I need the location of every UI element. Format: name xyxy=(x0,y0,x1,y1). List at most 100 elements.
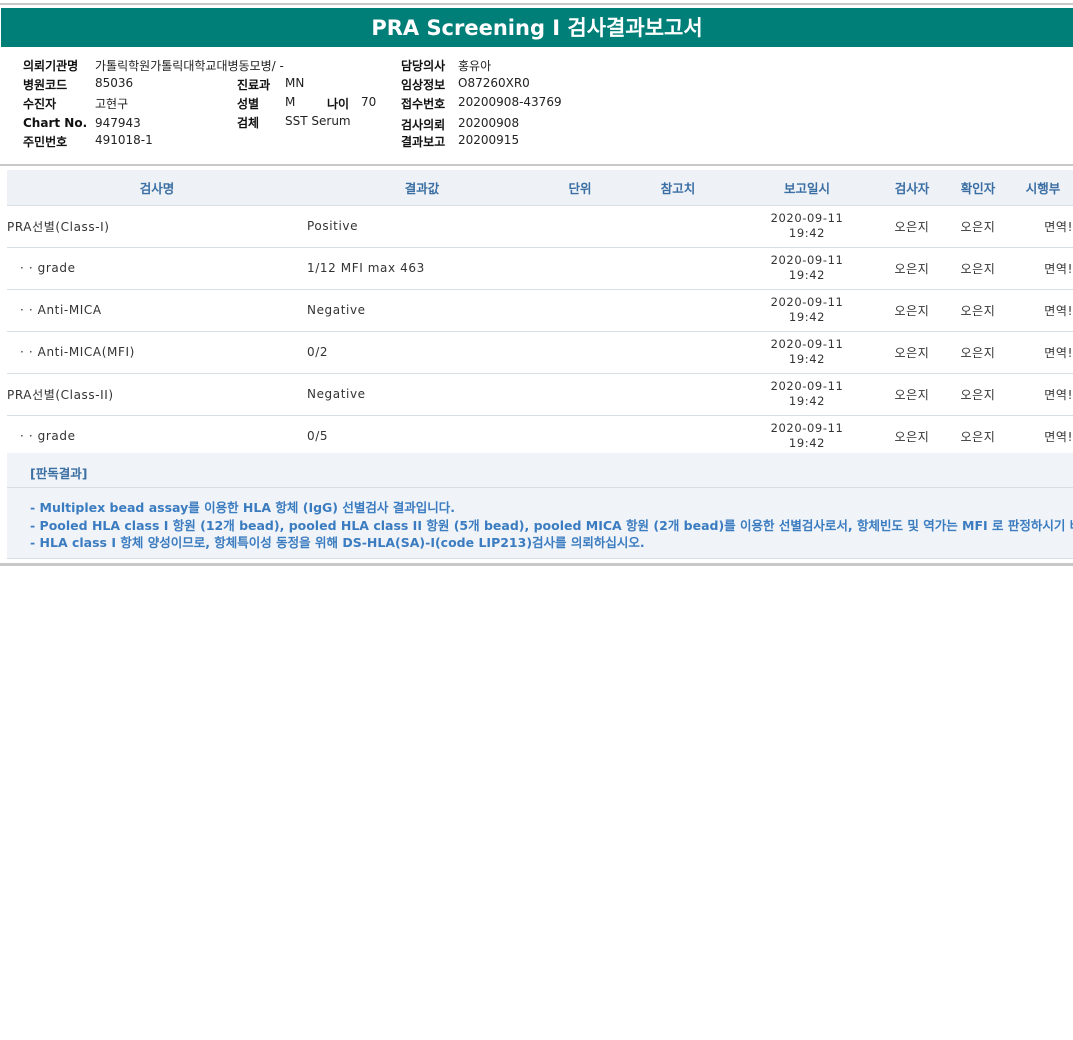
department-label: 진료과 xyxy=(237,78,271,92)
receipt-no-label: 접수번호 xyxy=(401,97,446,111)
reference-value xyxy=(623,331,733,374)
clinical-info-value: O87260XR0 xyxy=(458,76,530,90)
unit-value xyxy=(537,247,623,290)
chart-no-label: Chart No. xyxy=(23,116,88,130)
result-value: Negative xyxy=(307,373,537,416)
institution-label: 의뢰기관명 xyxy=(23,59,79,73)
age-value: 70 xyxy=(361,95,377,109)
header-tester: 검사자 xyxy=(881,170,943,206)
report-date: 2020-09-11 xyxy=(770,211,844,225)
specimen-value: SST Serum xyxy=(285,114,351,128)
department-name: 면역! xyxy=(1013,331,1073,374)
report-time: 19:42 xyxy=(788,310,826,324)
reference-value xyxy=(623,373,733,416)
unit-value xyxy=(537,373,623,416)
age-label: 나이 xyxy=(327,97,350,111)
report-date-value: 20200915 xyxy=(458,133,520,147)
report-date: 2020-09-11 xyxy=(770,379,844,393)
patient-label: 수진자 xyxy=(23,97,57,111)
department-value: MN xyxy=(285,76,305,90)
department-name: 면역! xyxy=(1013,373,1073,416)
result-value: 0/5 xyxy=(307,415,537,458)
header-report-time: 보고일시 xyxy=(733,170,881,206)
table-row: · · Anti-MICA Negative 2020-09-11 19:42 오… xyxy=(7,289,1073,332)
table-row: PRA선별(Class-II) Negative 2020-09-11 19:42… xyxy=(7,373,1073,416)
resident-no-value: 491018-1 xyxy=(95,133,153,147)
tester-name: 오은지 xyxy=(881,331,943,374)
report-time: 19:42 xyxy=(788,352,826,366)
tester-name: 오은지 xyxy=(881,415,943,458)
tester-name: 오은지 xyxy=(881,289,943,332)
confirmer-name: 오은지 xyxy=(943,289,1013,332)
report-date: 2020-09-11 xyxy=(770,421,844,435)
tester-name: 오은지 xyxy=(881,247,943,290)
interpretation-section: [판독결과] - Multiplex bead assay를 이용한 HLA 항… xyxy=(7,453,1073,559)
test-name: · · Anti-MICA(MFI) xyxy=(7,331,307,374)
receipt-no-value: 20200908-43769 xyxy=(458,95,562,109)
table-row: · · Anti-MICA(MFI) 0/2 2020-09-11 19:42 오… xyxy=(7,331,1073,374)
report-date: 2020-09-11 xyxy=(770,253,844,267)
report-datetime: 2020-09-11 19:42 xyxy=(733,289,881,332)
clinical-info-label: 임상정보 xyxy=(401,78,446,92)
header-unit: 단위 xyxy=(537,170,623,206)
report-datetime: 2020-09-11 19:42 xyxy=(733,205,881,248)
header-reference: 참고치 xyxy=(623,170,733,206)
unit-value xyxy=(537,331,623,374)
interpretation-divider xyxy=(7,487,1073,488)
sex-label: 성별 xyxy=(237,97,260,111)
hospital-code-value: 85036 xyxy=(95,76,134,90)
table-header-row: 검사명 결과값 단위 참고치 보고일시 검사자 확인자 시행부 xyxy=(7,170,1073,206)
result-value: Negative xyxy=(307,289,537,332)
resident-no-label: 주민번호 xyxy=(23,135,68,149)
report-datetime: 2020-09-11 19:42 xyxy=(733,331,881,374)
sex-value: M xyxy=(285,95,296,109)
confirmer-name: 오은지 xyxy=(943,205,1013,248)
report-datetime: 2020-09-11 19:42 xyxy=(733,415,881,458)
unit-value xyxy=(537,205,623,248)
header-result: 결과값 xyxy=(307,170,537,206)
interpretation-title: [판독결과] xyxy=(30,466,88,481)
header-confirmer: 확인자 xyxy=(943,170,1013,206)
report-title: PRA Screening Ⅰ 검사결과보고서 xyxy=(1,8,1073,47)
report-date-label: 결과보고 xyxy=(401,135,446,149)
confirmer-name: 오은지 xyxy=(943,373,1013,416)
table-row: PRA선별(Class-I) Positive 2020-09-11 19:42 … xyxy=(7,205,1073,248)
institution-value: 가톨릭학원가톨릭대학교대병동모병/ - xyxy=(95,59,284,73)
patient-info-block: 의뢰기관명 가톨릭학원가톨릭대학교대병동모병/ - 병원코드 85036 수진자… xyxy=(0,54,1073,159)
chart-no-value: 947943 xyxy=(95,116,141,130)
confirmer-name: 오은지 xyxy=(943,415,1013,458)
report-time: 19:42 xyxy=(788,226,826,240)
doctor-value: 홍유아 xyxy=(458,59,492,73)
interpretation-note: - HLA class I 항체 양성이므로, 항체특이성 동정을 위해 DS-… xyxy=(30,535,645,550)
department-name: 면역! xyxy=(1013,289,1073,332)
report-time: 19:42 xyxy=(788,436,826,450)
tester-name: 오은지 xyxy=(881,205,943,248)
reference-value xyxy=(623,247,733,290)
department-name: 면역! xyxy=(1013,247,1073,290)
hospital-code-label: 병원코드 xyxy=(23,78,68,92)
test-name: · · grade xyxy=(7,415,307,458)
unit-value xyxy=(537,289,623,332)
unit-value xyxy=(537,415,623,458)
table-row: · · grade 1/12 MFI max 463 2020-09-11 19:… xyxy=(7,247,1073,290)
reference-value xyxy=(623,415,733,458)
results-table: 검사명 결과값 단위 참고치 보고일시 검사자 확인자 시행부 PRA선별(Cl… xyxy=(7,170,1073,458)
top-divider xyxy=(0,3,1073,5)
result-value: Positive xyxy=(307,205,537,248)
section-divider xyxy=(0,164,1073,166)
reference-value xyxy=(623,205,733,248)
confirmer-name: 오은지 xyxy=(943,331,1013,374)
department-name: 면역! xyxy=(1013,205,1073,248)
report-datetime: 2020-09-11 19:42 xyxy=(733,247,881,290)
patient-value: 고현구 xyxy=(95,97,129,111)
request-date-label: 검사의뢰 xyxy=(401,118,446,132)
doctor-label: 담당의사 xyxy=(401,59,446,73)
test-name: · · grade xyxy=(7,247,307,290)
header-department: 시행부 xyxy=(1013,170,1073,206)
table-row: · · grade 0/5 2020-09-11 19:42 오은지 오은지 면역… xyxy=(7,415,1073,458)
report-time: 19:42 xyxy=(788,394,826,408)
header-test-name: 검사명 xyxy=(7,170,307,206)
result-value: 1/12 MFI max 463 xyxy=(307,247,537,290)
department-name: 면역! xyxy=(1013,415,1073,458)
confirmer-name: 오은지 xyxy=(943,247,1013,290)
